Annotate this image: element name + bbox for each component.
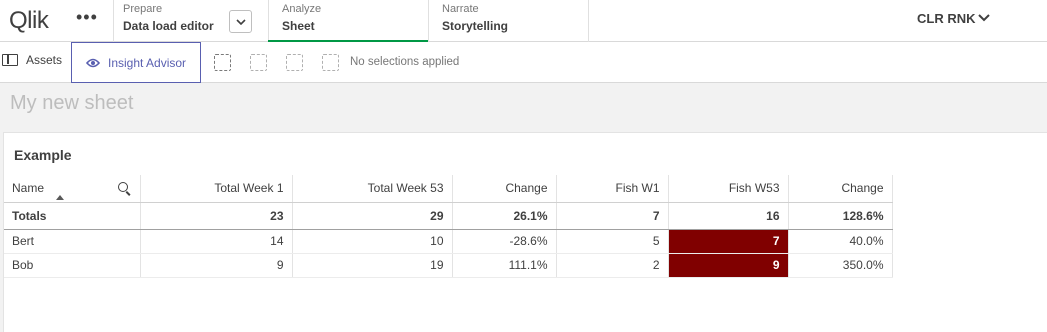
totals-row: Totals 23 29 26.1% 7 16 128.6% — [4, 202, 893, 230]
table-cell: 128.6% — [788, 202, 893, 230]
table-cell-highlighted: 9 — [668, 253, 789, 278]
table-cell: 29 — [292, 202, 453, 230]
table-cell: 26.1% — [452, 202, 557, 230]
nav-prepare-caption: Prepare — [123, 3, 163, 15]
table-row: Bob 9 19 111.1% 2 9 350.0% — [4, 253, 893, 278]
tab-analyze[interactable]: Analyze Sheet — [268, 3, 428, 42]
insight-advisor-button[interactable]: Insight Advisor — [71, 42, 201, 83]
column-header-name[interactable]: Name — [4, 175, 141, 203]
table-cell-highlighted: 7 — [668, 229, 789, 254]
table-cell: 40.0% — [788, 229, 893, 254]
table-cell: -28.6% — [452, 229, 557, 254]
table-cell: 2 — [556, 253, 669, 278]
table-cell: 16 — [668, 202, 789, 230]
nav-narrate-caption: Narrate — [442, 3, 479, 15]
table-cell: 111.1% — [452, 253, 557, 278]
table-cell: 23 — [140, 202, 293, 230]
step-back-icon[interactable] — [250, 54, 267, 71]
column-header-fish-change[interactable]: Change — [788, 175, 893, 203]
nav-narrate-label: Storytelling — [442, 19, 509, 33]
column-header-label: Name — [12, 181, 45, 196]
logo-text: Qlik — [9, 7, 49, 34]
table-cell-name[interactable]: Bert — [4, 229, 141, 254]
smart-search-icon[interactable] — [214, 54, 231, 71]
table-cell: 7 — [556, 202, 669, 230]
column-header-change[interactable]: Change — [452, 175, 557, 203]
table-header-row: Name Total Week 1 Total Week 53 Change F… — [4, 175, 893, 203]
sort-ascending-icon — [56, 195, 64, 200]
nav-prepare[interactable]: Prepare Data load editor — [123, 3, 223, 39]
table-row: Bert 14 10 -28.6% 5 7 40.0% — [4, 229, 893, 254]
selections-status: No selections applied — [350, 56, 460, 68]
insight-advisor-label: Insight Advisor — [108, 55, 187, 70]
column-header-fish-w53[interactable]: Fish W53 — [668, 175, 789, 203]
nav-divider — [113, 0, 114, 42]
user-chevron-down-icon[interactable] — [978, 9, 990, 25]
table-cell: 9 — [140, 253, 293, 278]
chevron-down-icon — [235, 16, 246, 28]
user-name[interactable]: CLR RNK — [917, 11, 976, 26]
sheet-title[interactable]: My new sheet — [10, 92, 133, 115]
table-cell: 10 — [292, 229, 453, 254]
nav-analyze-label: Sheet — [282, 19, 315, 33]
column-header-total-week-53[interactable]: Total Week 53 — [292, 175, 453, 203]
tab-narrate[interactable]: Narrate Storytelling — [428, 3, 588, 39]
qlik-logo[interactable]: Qlik — [9, 7, 49, 35]
insight-advisor-icon — [85, 57, 101, 69]
more-menu-icon[interactable]: ••• — [76, 7, 98, 28]
table-panel: Example Name Total Week 1 Total Week 53 … — [3, 132, 1047, 332]
clear-selections-icon[interactable] — [322, 54, 339, 71]
table-cell: 14 — [140, 229, 293, 254]
table-cell-name[interactable]: Bob — [4, 253, 141, 278]
nav-analyze-caption: Analyze — [282, 3, 322, 15]
data-table: Name Total Week 1 Total Week 53 Change F… — [4, 175, 893, 278]
assets-panel-icon — [2, 54, 18, 66]
column-header-total-week-1[interactable]: Total Week 1 — [140, 175, 293, 203]
step-forward-icon[interactable] — [286, 54, 303, 71]
assets-button[interactable]: Assets — [2, 53, 62, 67]
table-cell: 5 — [556, 229, 669, 254]
assets-label: Assets — [26, 53, 63, 67]
nav-divider — [588, 0, 589, 42]
toolbar: Assets Insight Advisor No selections app… — [0, 42, 1047, 83]
totals-label: Totals — [4, 202, 141, 230]
table-cell: 350.0% — [788, 253, 893, 278]
nav-prepare-label: Data load editor — [123, 19, 214, 33]
table-cell: 19 — [292, 253, 453, 278]
prepare-dropdown-button[interactable] — [229, 10, 252, 33]
top-navigation-bar: Qlik ••• Prepare Data load editor Analyz… — [0, 0, 1047, 42]
search-icon[interactable] — [117, 182, 128, 192]
column-header-fish-w1[interactable]: Fish W1 — [556, 175, 669, 203]
table-title: Example — [14, 147, 72, 163]
